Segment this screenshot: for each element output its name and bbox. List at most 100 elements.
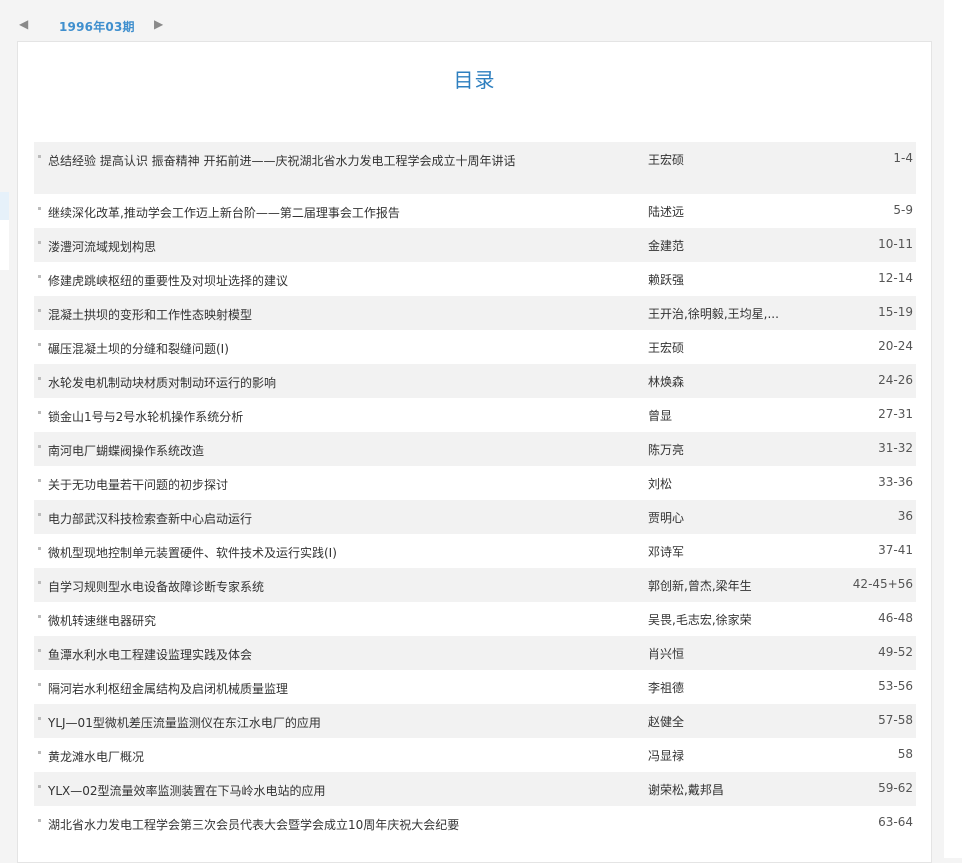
article-title-link[interactable]: 南河电厂蝴蝶阀操作系统改造 bbox=[48, 441, 518, 461]
article-title-link[interactable]: 锁金山1号与2号水轮机操作系统分析 bbox=[48, 407, 518, 427]
article-row[interactable]: YLJ—01型微机差压流量监测仪在东江水电厂的应用 赵健全 57-58 bbox=[34, 704, 916, 738]
article-title-link[interactable]: 隔河岩水利枢纽金属结构及启闭机械质量监理 bbox=[48, 679, 518, 699]
article-pages: 57-58 bbox=[878, 713, 913, 727]
article-list: 总结经验 提高认识 振奋精神 开拓前进——庆祝湖北省水力发电工程学会成立十周年讲… bbox=[34, 142, 916, 840]
article-title-link[interactable]: 自学习规则型水电设备故障诊断专家系统 bbox=[48, 577, 518, 597]
article-author: 赖跃强 bbox=[648, 273, 685, 287]
article-pages: 53-56 bbox=[878, 679, 913, 693]
article-pages: 1-4 bbox=[893, 151, 913, 165]
article-title-link[interactable]: 黄龙滩水电厂概况 bbox=[48, 747, 518, 767]
bullet-icon bbox=[38, 309, 41, 312]
article-author: 金建范 bbox=[648, 239, 685, 253]
bullet-icon bbox=[38, 343, 41, 346]
article-pages: 37-41 bbox=[878, 543, 913, 557]
bullet-icon bbox=[38, 581, 41, 584]
article-row[interactable]: 碾压混凝土坝的分缝和裂缝问题(Ⅰ) 王宏硕 20-24 bbox=[34, 330, 916, 364]
article-author: 冯显禄 bbox=[648, 749, 685, 763]
article-row[interactable]: 电力部武汉科技检索查新中心启动运行 贾明心 36 bbox=[34, 500, 916, 534]
article-pages: 59-62 bbox=[878, 781, 913, 795]
article-title-link[interactable]: 电力部武汉科技检索查新中心启动运行 bbox=[48, 509, 518, 529]
bullet-icon bbox=[38, 275, 41, 278]
article-pages: 63-64 bbox=[878, 815, 913, 829]
article-row[interactable]: 锁金山1号与2号水轮机操作系统分析 曾显 27-31 bbox=[34, 398, 916, 432]
article-author: 邓诗军 bbox=[648, 545, 685, 559]
article-author: 王宏硕 bbox=[648, 341, 685, 355]
article-title-link[interactable]: YLJ—01型微机差压流量监测仪在东江水电厂的应用 bbox=[48, 713, 518, 733]
article-author: 郭创新,曾杰,梁年生 bbox=[648, 579, 752, 593]
bullet-icon bbox=[38, 207, 41, 210]
toc-panel: 目录 总结经验 提高认识 振奋精神 开拓前进——庆祝湖北省水力发电工程学会成立十… bbox=[17, 41, 932, 863]
article-author: 李祖德 bbox=[648, 681, 685, 695]
bullet-icon bbox=[38, 513, 41, 516]
article-title-link[interactable]: 水轮发电机制动块材质对制动环运行的影响 bbox=[48, 373, 518, 393]
article-row[interactable]: 鱼潭水利水电工程建设监理实践及体会 肖兴恒 49-52 bbox=[34, 636, 916, 670]
article-title-link[interactable]: 继续深化改革,推动学会工作迈上新台阶——第二届理事会工作报告 bbox=[48, 203, 518, 223]
article-author: 谢荣松,戴邦昌 bbox=[648, 783, 724, 797]
bullet-icon bbox=[38, 785, 41, 788]
article-author: 陆述远 bbox=[648, 205, 685, 219]
article-title-link[interactable]: 修建虎跳峡枢纽的重要性及对坝址选择的建议 bbox=[48, 271, 518, 291]
article-row[interactable]: 总结经验 提高认识 振奋精神 开拓前进——庆祝湖北省水力发电工程学会成立十周年讲… bbox=[34, 142, 916, 194]
article-title-link[interactable]: 湖北省水力发电工程学会第三次会员代表大会暨学会成立10周年庆祝大会纪要 bbox=[48, 815, 518, 835]
article-row[interactable]: 混凝土拱坝的变形和工作性态映射模型 王开治,徐明毅,王均星,... 15-19 bbox=[34, 296, 916, 330]
article-row[interactable]: 隔河岩水利枢纽金属结构及启闭机械质量监理 李祖德 53-56 bbox=[34, 670, 916, 704]
issue-tab[interactable]: 1996年03期 bbox=[59, 18, 135, 35]
bullet-icon bbox=[38, 155, 41, 158]
article-author: 刘松 bbox=[648, 477, 673, 491]
article-title-link[interactable]: YLX—02型流量效率监测装置在下马岭水电站的应用 bbox=[48, 781, 518, 801]
article-pages: 12-14 bbox=[878, 271, 913, 285]
article-pages: 36 bbox=[897, 509, 913, 523]
article-title-link[interactable]: 碾压混凝土坝的分缝和裂缝问题(Ⅰ) bbox=[48, 339, 518, 359]
article-author: 林焕森 bbox=[648, 375, 685, 389]
article-pages: 20-24 bbox=[878, 339, 913, 353]
left-sidebar-highlight bbox=[0, 192, 9, 220]
right-scroll-gutter bbox=[944, 0, 962, 858]
article-title-link[interactable]: 微机转速继电器研究 bbox=[48, 611, 518, 631]
triangle-right-icon[interactable]: ▶ bbox=[154, 16, 163, 32]
article-pages: 49-52 bbox=[878, 645, 913, 659]
article-title-link[interactable]: 混凝土拱坝的变形和工作性态映射模型 bbox=[48, 305, 518, 325]
article-title-link[interactable]: 微机型现地控制单元装置硬件、软件技术及运行实践(Ⅰ) bbox=[48, 543, 518, 563]
article-row[interactable]: 溇澧河流域规划构思 金建范 10-11 bbox=[34, 228, 916, 262]
article-pages: 46-48 bbox=[878, 611, 913, 625]
article-title-link[interactable]: 关于无功电量若干问题的初步探讨 bbox=[48, 475, 518, 495]
bullet-icon bbox=[38, 479, 41, 482]
bullet-icon bbox=[38, 751, 41, 754]
toc-title: 目录 bbox=[453, 68, 496, 92]
article-title-link[interactable]: 溇澧河流域规划构思 bbox=[48, 237, 518, 257]
article-row[interactable]: 自学习规则型水电设备故障诊断专家系统 郭创新,曾杰,梁年生 42-45+56 bbox=[34, 568, 916, 602]
article-row[interactable]: 关于无功电量若干问题的初步探讨 刘松 33-36 bbox=[34, 466, 916, 500]
article-row[interactable]: 微机型现地控制单元装置硬件、软件技术及运行实践(Ⅰ) 邓诗军 37-41 bbox=[34, 534, 916, 568]
bullet-icon bbox=[38, 649, 41, 652]
bullet-icon bbox=[38, 241, 41, 244]
article-pages: 15-19 bbox=[878, 305, 913, 319]
article-row[interactable]: 修建虎跳峡枢纽的重要性及对坝址选择的建议 赖跃强 12-14 bbox=[34, 262, 916, 296]
bullet-icon bbox=[38, 717, 41, 720]
article-author: 贾明心 bbox=[648, 511, 685, 525]
article-row[interactable]: 湖北省水力发电工程学会第三次会员代表大会暨学会成立10周年庆祝大会纪要 63-64 bbox=[34, 806, 916, 840]
triangle-left-icon[interactable]: ◀ bbox=[19, 16, 28, 32]
article-row[interactable]: YLX—02型流量效率监测装置在下马岭水电站的应用 谢荣松,戴邦昌 59-62 bbox=[34, 772, 916, 806]
article-pages: 33-36 bbox=[878, 475, 913, 489]
article-row[interactable]: 继续深化改革,推动学会工作迈上新台阶——第二届理事会工作报告 陆述远 5-9 bbox=[34, 194, 916, 228]
article-title-link[interactable]: 鱼潭水利水电工程建设监理实践及体会 bbox=[48, 645, 518, 665]
article-row[interactable]: 微机转速继电器研究 吴畏,毛志宏,徐家荣 46-48 bbox=[34, 602, 916, 636]
article-author: 陈万亮 bbox=[648, 443, 685, 457]
article-title-link[interactable]: 总结经验 提高认识 振奋精神 开拓前进——庆祝湖北省水力发电工程学会成立十周年讲… bbox=[48, 151, 518, 171]
article-pages: 27-31 bbox=[878, 407, 913, 421]
bullet-icon bbox=[38, 819, 41, 822]
bullet-icon bbox=[38, 377, 41, 380]
article-pages: 5-9 bbox=[893, 203, 913, 217]
article-pages: 24-26 bbox=[878, 373, 913, 387]
article-pages: 58 bbox=[897, 747, 913, 761]
article-row[interactable]: 南河电厂蝴蝶阀操作系统改造 陈万亮 31-32 bbox=[34, 432, 916, 466]
article-author: 王开治,徐明毅,王均星,... bbox=[648, 307, 779, 321]
article-pages: 42-45+56 bbox=[852, 577, 913, 591]
bullet-icon bbox=[38, 445, 41, 448]
article-row[interactable]: 水轮发电机制动块材质对制动环运行的影响 林焕森 24-26 bbox=[34, 364, 916, 398]
issue-tab-bar: ◀ 1996年03期 ▶ bbox=[17, 12, 172, 43]
article-pages: 10-11 bbox=[878, 237, 913, 251]
article-pages: 31-32 bbox=[878, 441, 913, 455]
article-row[interactable]: 黄龙滩水电厂概况 冯显禄 58 bbox=[34, 738, 916, 772]
article-author: 肖兴恒 bbox=[648, 647, 685, 661]
